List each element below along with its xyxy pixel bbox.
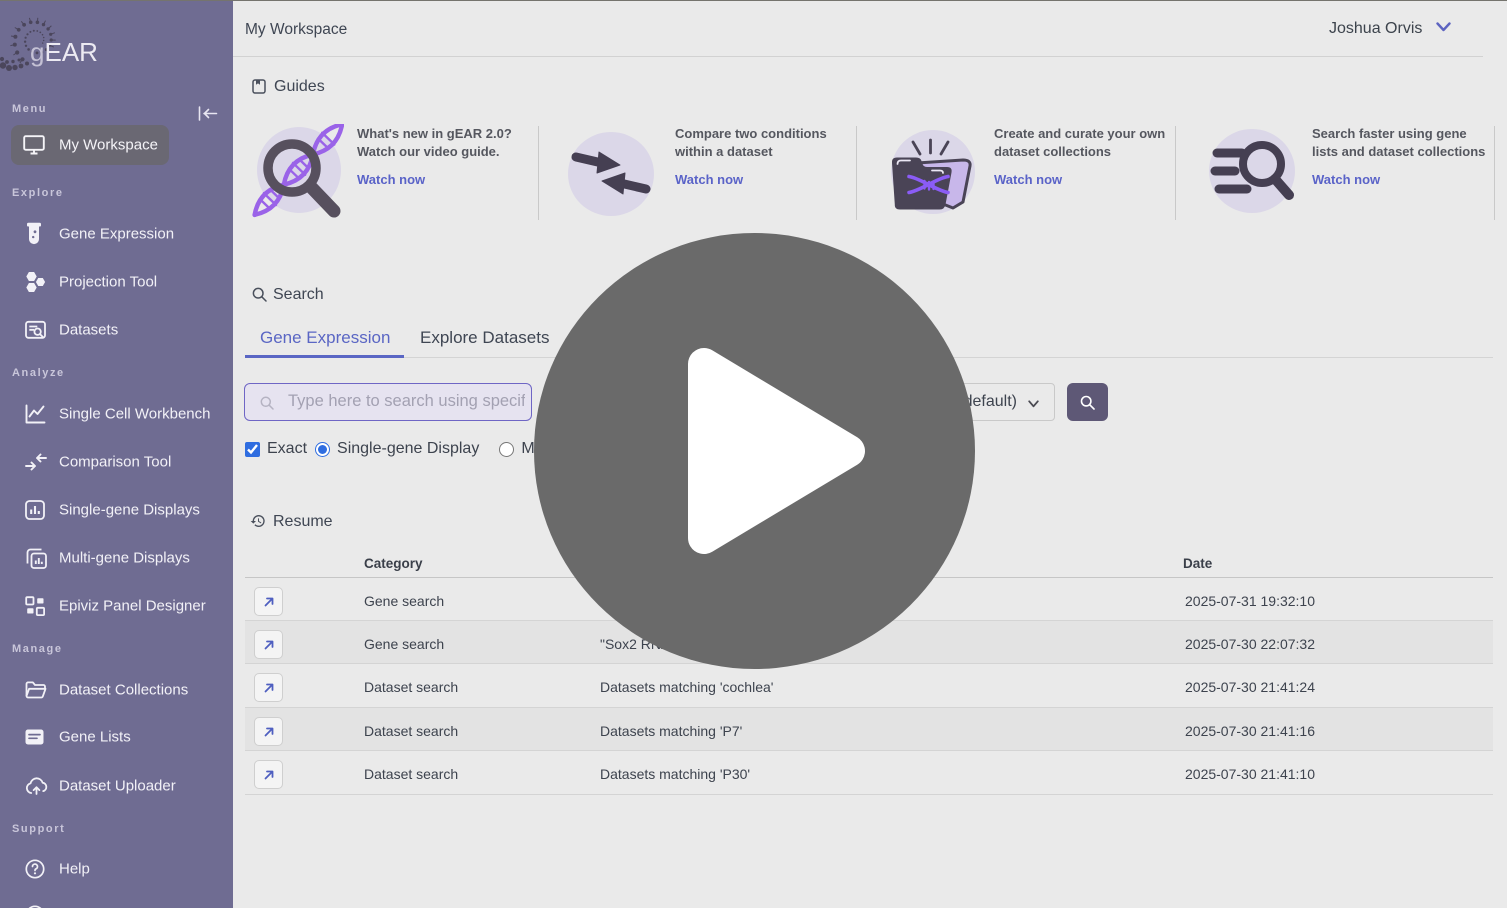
svg-text:g: g: [30, 37, 44, 67]
svg-text:EAR: EAR: [45, 37, 98, 67]
